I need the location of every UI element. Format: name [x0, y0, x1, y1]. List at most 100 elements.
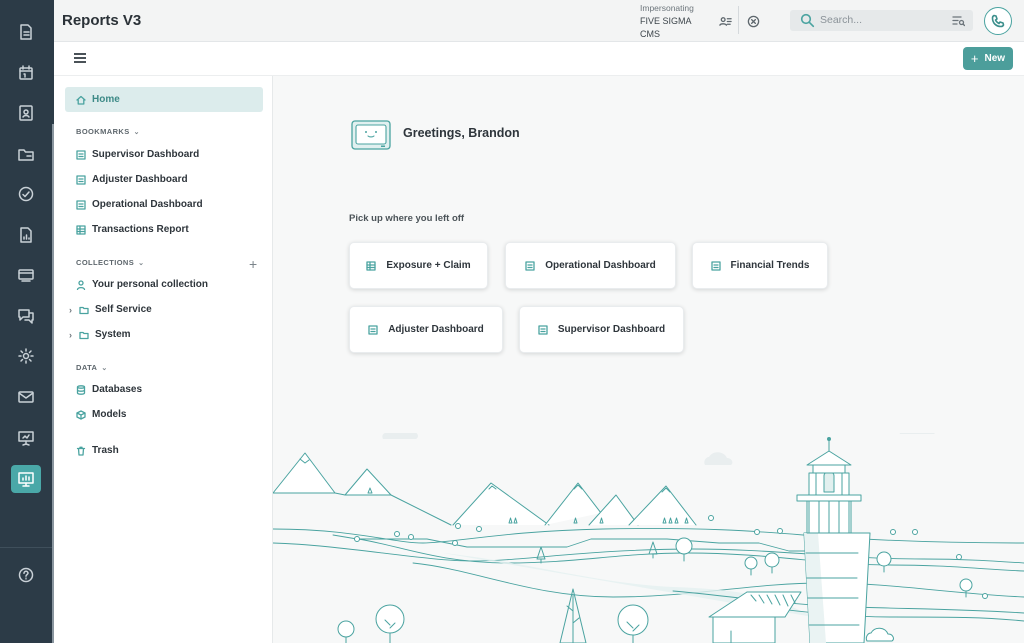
collections-section-header[interactable]: COLLECTIONS ⌄ — [76, 258, 144, 267]
data-section-header[interactable]: DATA ⌄ — [76, 363, 108, 372]
sidebar-item-databases[interactable]: Databases — [65, 377, 263, 402]
add-collection-icon[interactable]: + — [249, 256, 257, 272]
data-title: DATA — [76, 363, 98, 372]
recent-card-label: Adjuster Dashboard — [388, 324, 484, 335]
sidebar-item-label: Trash — [92, 445, 119, 456]
dashboard-icon — [710, 260, 721, 271]
impersonating-role: CMS — [640, 29, 660, 39]
sidebar-item-models[interactable]: Models — [65, 402, 263, 427]
sidebar-item-label: Your personal collection — [92, 279, 208, 290]
folder-icon — [79, 330, 89, 340]
sidebar-item-bookmark[interactable]: Supervisor Dashboard — [65, 142, 263, 167]
landscape-illustration — [273, 433, 1024, 643]
dashboard-icon — [525, 260, 535, 271]
header-divider — [738, 6, 739, 34]
greeting-heading: Greetings, Brandon — [403, 126, 520, 140]
dashboard-icon — [368, 324, 378, 335]
recent-card-label: Financial Trends — [730, 260, 810, 271]
search-bar[interactable]: Search... — [790, 10, 973, 31]
recent-card-label: Exposure + Claim — [386, 260, 471, 271]
recent-card-label: Supervisor Dashboard — [557, 324, 666, 335]
dashboard-icon — [76, 174, 86, 185]
mail-icon[interactable] — [11, 383, 41, 411]
sidebar-item-label: Models — [92, 409, 127, 420]
new-button-label: New — [984, 53, 1006, 64]
sidebar: Home BOOKMARKS ⌄ Supervisor Dashboard Ad… — [54, 76, 273, 643]
recent-items-title: Pick up where you left off — [349, 213, 465, 224]
toolbar: + New — [54, 42, 1024, 76]
chevron-down-icon: ⌄ — [138, 259, 145, 267]
sidebar-item-trash[interactable]: Trash — [65, 438, 263, 463]
recent-card[interactable]: Exposure + Claim — [349, 242, 488, 289]
recent-card[interactable]: Financial Trends — [692, 242, 828, 289]
app-nav-rail — [0, 0, 54, 643]
settings-icon[interactable] — [11, 342, 41, 370]
phone-icon — [991, 14, 1005, 28]
home-icon — [76, 95, 86, 105]
file-chart-icon[interactable] — [11, 221, 41, 249]
dashboard-icon — [76, 149, 86, 160]
chevron-down-icon: ⌄ — [133, 128, 140, 136]
bookmarks-title: BOOKMARKS — [76, 127, 130, 136]
new-button[interactable]: + New — [963, 47, 1013, 70]
chat-icon[interactable] — [11, 302, 41, 330]
impersonating-org: FIVE SIGMA — [640, 16, 692, 26]
database-icon — [76, 384, 86, 395]
robot-monitor-icon — [351, 120, 391, 150]
phone-button[interactable] — [984, 7, 1012, 35]
recent-card[interactable]: Adjuster Dashboard — [349, 306, 503, 353]
help-icon[interactable] — [11, 561, 41, 589]
check-circle-icon[interactable] — [11, 180, 41, 208]
sidebar-item-label: Home — [92, 94, 120, 105]
chevron-down-icon: ⌄ — [101, 364, 108, 372]
sidebar-item-home[interactable]: Home — [65, 87, 263, 112]
collections-title: COLLECTIONS — [76, 258, 135, 267]
sidebar-item-bookmark[interactable]: Transactions Report — [65, 217, 263, 242]
contacts-icon[interactable] — [11, 99, 41, 127]
home-content: Greetings, Brandon Pick up where you lef… — [273, 76, 1024, 643]
sidebar-item-label: Operational Dashboard — [92, 199, 203, 210]
presentation-icon[interactable] — [11, 424, 41, 452]
bookmarks-section-header[interactable]: BOOKMARKS ⌄ — [76, 127, 140, 136]
impersonating-label: Impersonating — [640, 3, 694, 13]
sidebar-item-system[interactable]: › System — [65, 322, 263, 347]
impersonation-info: Impersonating FIVE SIGMA CMS — [640, 2, 694, 41]
sidebar-toggle-icon[interactable] — [74, 53, 86, 65]
app-window: Reports V3 Impersonating FIVE SIGMA CMS … — [0, 0, 1024, 643]
dashboard-icon — [76, 199, 86, 210]
dashboard-icon — [538, 324, 548, 335]
calendar-icon[interactable] — [11, 59, 41, 87]
recent-card[interactable]: Supervisor Dashboard — [519, 306, 684, 353]
folder-icon[interactable] — [11, 140, 41, 168]
chevron-right-icon[interactable]: › — [65, 305, 76, 315]
recent-card-label: Operational Dashboard — [545, 260, 656, 271]
app-title: Reports V3 — [62, 12, 142, 29]
sidebar-item-self-service[interactable]: › Self Service — [65, 297, 263, 322]
rail-divider — [0, 547, 54, 548]
sidebar-item-label: Supervisor Dashboard — [92, 149, 200, 160]
billing-icon[interactable] — [11, 261, 41, 289]
trash-icon — [76, 446, 86, 456]
top-header: Reports V3 Impersonating FIVE SIGMA CMS … — [54, 0, 1024, 42]
folder-icon — [79, 305, 89, 315]
model-cube-icon — [76, 409, 86, 420]
search-icon — [800, 13, 815, 28]
reports-icon[interactable] — [11, 465, 41, 493]
chevron-right-icon[interactable]: › — [65, 330, 76, 340]
switch-user-icon[interactable] — [717, 13, 733, 29]
sidebar-item-label: System — [95, 329, 131, 340]
table-icon — [366, 260, 377, 271]
sidebar-item-bookmark[interactable]: Operational Dashboard — [65, 192, 263, 217]
search-input[interactable]: Search... — [820, 14, 862, 26]
sidebar-item-personal-collection[interactable]: Your personal collection — [65, 272, 263, 297]
plus-icon: + — [970, 50, 979, 66]
sidebar-item-label: Self Service — [95, 304, 152, 315]
table-icon — [76, 224, 86, 235]
sidebar-item-label: Transactions Report — [92, 224, 189, 235]
search-filter-icon[interactable] — [952, 14, 966, 27]
recent-card[interactable]: Operational Dashboard — [505, 242, 676, 289]
document-icon[interactable] — [11, 18, 41, 46]
sidebar-item-label: Adjuster Dashboard — [92, 174, 188, 185]
stop-impersonating-icon[interactable] — [745, 13, 761, 29]
sidebar-item-bookmark[interactable]: Adjuster Dashboard — [65, 167, 263, 192]
